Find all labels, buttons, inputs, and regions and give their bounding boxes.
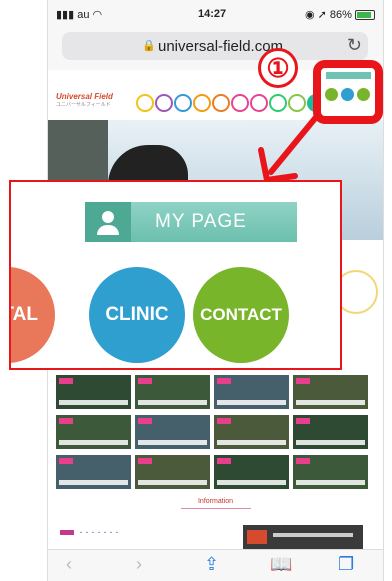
location-icon: ◉ ➚	[304, 9, 327, 21]
back-icon[interactable]: ‹	[66, 554, 72, 575]
mini-circle[interactable]	[341, 88, 354, 101]
banner-ad[interactable]	[243, 525, 363, 549]
battery-icon	[355, 10, 375, 21]
article-thumbnail[interactable]	[56, 415, 131, 449]
article-thumbnail[interactable]	[56, 375, 131, 409]
article-thumbnail[interactable]	[293, 375, 368, 409]
callout-arrow-icon	[258, 113, 320, 183]
zoomed-detail-panel: MY PAGE ENTAL CLINICCONTACT	[9, 180, 342, 370]
step-number-badge: ①	[258, 48, 298, 88]
article-thumbnail[interactable]	[135, 375, 210, 409]
nav-button-contact[interactable]: CONTACT	[193, 267, 289, 363]
mini-circle[interactable]	[325, 88, 338, 101]
mypage-mini-button[interactable]	[326, 72, 371, 79]
user-icon	[85, 202, 131, 242]
nav-circle-item[interactable]	[212, 94, 230, 112]
carrier-label: ▮▮▮ au ◠	[56, 9, 103, 21]
bookmarks-icon[interactable]: 📖	[270, 554, 292, 575]
browser-toolbar: ‹ › ⇪ 📖 ❐	[48, 549, 383, 581]
mypage-label: MY PAGE	[155, 211, 247, 232]
clock: 14:27	[198, 8, 227, 20]
battery-percent: 86%	[329, 9, 352, 21]
nav-circle-item[interactable]	[231, 94, 249, 112]
nav-circle-item[interactable]	[136, 94, 154, 112]
news-item[interactable]: ・・・・・・・	[60, 528, 120, 537]
mini-circle[interactable]	[357, 88, 370, 101]
nav-circle-item[interactable]	[155, 94, 173, 112]
article-thumbnail[interactable]	[56, 455, 131, 489]
article-thumbnail[interactable]	[135, 455, 210, 489]
article-thumbnail[interactable]	[293, 455, 368, 489]
status-bar: ▮▮▮ au ◠ 14:27 ◉ ➚ 86%	[48, 0, 383, 26]
nav-button-clinic[interactable]: CLINIC	[89, 267, 185, 363]
address-bar[interactable]: 🔒 universal-field.com ↻	[62, 32, 368, 60]
article-thumbnail[interactable]	[214, 415, 289, 449]
nav-button-ental[interactable]: ENTAL	[11, 267, 55, 363]
article-thumbnail[interactable]	[214, 375, 289, 409]
information-heading: Information	[48, 498, 383, 509]
mypage-button[interactable]: MY PAGE	[85, 202, 297, 242]
tabs-icon[interactable]: ❐	[338, 554, 354, 575]
site-logo[interactable]: Universal Field ユニバーサルフィールド	[56, 92, 116, 108]
share-icon[interactable]: ⇪	[204, 554, 219, 575]
article-thumbnail[interactable]	[135, 415, 210, 449]
article-thumbnail[interactable]	[214, 455, 289, 489]
article-thumbnail[interactable]	[293, 415, 368, 449]
lock-icon: 🔒	[142, 40, 156, 52]
nav-circle-item[interactable]	[193, 94, 211, 112]
reload-icon[interactable]: ↻	[347, 35, 362, 56]
forward-icon[interactable]: ›	[136, 554, 142, 575]
battery-indicator: ◉ ➚ 86%	[305, 8, 375, 21]
nav-circle-item[interactable]	[174, 94, 192, 112]
